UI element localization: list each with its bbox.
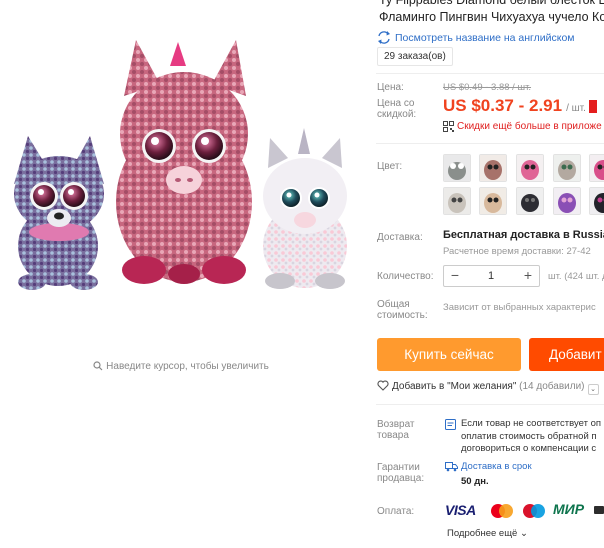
wallet-icon: [594, 506, 604, 514]
add-to-wishlist[interactable]: Добавить в "Мои желания" (14 добавили) ⌄: [377, 380, 599, 395]
price-unit: / шт.: [566, 103, 586, 114]
old-price: US $0.49 - 3.88 / шт.: [443, 82, 532, 93]
price-label: Цена:: [377, 82, 404, 93]
product-gallery: Наведите курсор, чтобы увеличить: [0, 0, 362, 548]
quantity-input[interactable]: [468, 267, 514, 285]
color-swatch[interactable]: [516, 154, 544, 182]
app-discount-text: Скидки ещё больше в приложе: [457, 121, 602, 132]
wishlist-label: Добавить в "Мои желания": [392, 381, 517, 392]
product-details: Ty Flippables Diamond белый блесток Ед Ф…: [376, 0, 604, 548]
divider: [376, 73, 604, 74]
payment-label: Оплата:: [377, 506, 415, 517]
current-price-value: US $0.37 - 2.91: [443, 96, 563, 115]
color-swatch[interactable]: [443, 154, 471, 182]
quantity-stepper: − +: [443, 265, 540, 287]
shipping-method[interactable]: Бесплатная доставка в Russian F: [443, 229, 604, 241]
total-value: Зависит от выбранных характерис: [443, 302, 596, 313]
wishlist-count: (14 добавили): [519, 381, 585, 392]
current-price: US $0.37 - 2.91/ шт.: [443, 96, 597, 116]
mastercard-icon: [491, 504, 513, 518]
shipping-label: Доставка:: [377, 232, 423, 243]
orders-count: 29 заказа(ов): [377, 47, 453, 66]
color-swatch[interactable]: [589, 154, 604, 182]
returns-policy-line: оплатив стоимость обратной п: [461, 430, 597, 442]
sale-tag-icon: [588, 100, 597, 113]
color-swatch[interactable]: [479, 187, 507, 215]
search-icon: [93, 361, 103, 371]
chevron-down-icon[interactable]: ⌄: [587, 384, 599, 395]
product-title-line: Ty Flippables Diamond белый блесток Ед: [379, 0, 604, 7]
guarantee-label: Гарантии продавца:: [377, 462, 425, 484]
app-discount-link[interactable]: Скидки ещё больше в приложе: [443, 121, 602, 132]
divider: [376, 404, 604, 405]
stock-info: шт. (424 шт. дос: [548, 271, 604, 282]
returns-label: Возврат товара: [377, 419, 415, 441]
zoom-hint-text: Наведите курсор, чтобы увеличить: [106, 361, 269, 372]
translate-link-text: Посмотреть название на английском: [395, 32, 575, 44]
guarantee-days: 50 дн.: [461, 476, 489, 487]
product-image[interactable]: [8, 34, 354, 290]
divider: [376, 143, 604, 144]
returns-policy: Если товар не соответствует оп оплатив с…: [461, 418, 601, 456]
color-swatch[interactable]: [443, 187, 471, 215]
product-title-line: Фламинго Пингвин Чихуахуа чучело Ко: [379, 10, 604, 24]
quantity-increase-button[interactable]: +: [517, 266, 539, 286]
add-to-cart-button[interactable]: Добавит: [529, 338, 604, 371]
returns-policy-line: договориться о компенсации с: [461, 443, 597, 454]
color-label: Цвет:: [377, 161, 403, 172]
quantity-decrease-button[interactable]: −: [444, 266, 466, 286]
product-title: Ty Flippables Diamond белый блесток Ед Ф…: [379, 0, 604, 26]
guarantee-text[interactable]: Доставка в срок: [461, 461, 532, 472]
zoom-hint: Наведите курсор, чтобы увеличить: [0, 361, 362, 372]
document-icon: [445, 419, 456, 430]
quantity-label: Количество:: [377, 271, 434, 282]
chevron-down-icon: ⌄: [519, 528, 528, 539]
maestro-icon: [523, 504, 545, 518]
translate-icon: [378, 31, 390, 44]
visa-logo: VISA: [445, 502, 476, 518]
more-payment-link[interactable]: Подробнее ещё ⌄: [447, 528, 528, 539]
total-label: Общая стоимость:: [377, 299, 428, 321]
color-swatch[interactable]: [589, 187, 604, 215]
shipping-estimate: Расчетное время доставки: 27-42: [443, 246, 591, 257]
heart-icon: [377, 380, 389, 391]
truck-icon: [445, 462, 458, 472]
color-swatch[interactable]: [553, 154, 581, 182]
mir-logo: МИР: [553, 501, 585, 517]
color-swatch[interactable]: [553, 187, 581, 215]
returns-policy-line: Если товар не соответствует оп: [461, 418, 601, 429]
more-payment-text: Подробнее ещё: [447, 528, 518, 539]
color-swatch[interactable]: [516, 187, 544, 215]
color-swatch[interactable]: [479, 154, 507, 182]
translate-title-link[interactable]: Посмотреть название на английском: [377, 31, 575, 44]
discount-price-label: Цена со скидкой:: [377, 98, 417, 120]
buy-now-button[interactable]: Купить сейчас: [377, 338, 521, 371]
qr-code-icon: [443, 121, 454, 132]
